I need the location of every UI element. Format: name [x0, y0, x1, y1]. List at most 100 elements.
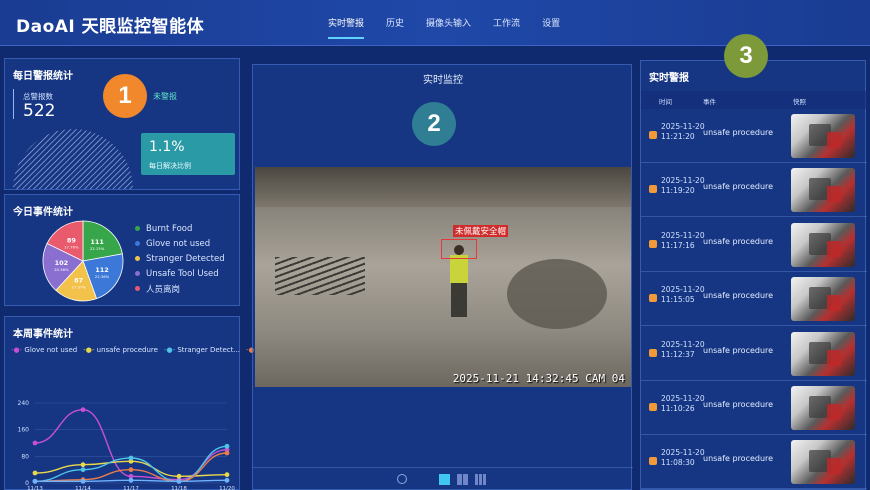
alert-timestamp: 2025-11-20 11:10:26: [661, 394, 705, 414]
alert-time: 11:08:30: [661, 458, 695, 468]
alert-time: 11:17:16: [661, 240, 695, 250]
legend-marker: -●-: [163, 346, 178, 354]
series-point[interactable]: [224, 477, 230, 483]
today-events-legend: Burnt Food Glove not used Stranger Detecte…: [135, 221, 225, 296]
legend-label: Burnt Food: [146, 223, 193, 234]
y-tick-label: 160: [18, 427, 30, 434]
alert-row[interactable]: 2025-11-20 11:12:37 unsafe procedure: [641, 327, 867, 381]
col-event: 事件: [703, 98, 716, 106]
nav-workflow[interactable]: 工作流: [493, 16, 520, 39]
alert-timestamp: 2025-11-20 11:17:16: [661, 231, 705, 251]
alert-date: 2025-11-20: [661, 285, 705, 295]
weekly-legend-item[interactable]: -●- unsafe procedure: [83, 346, 158, 354]
resolution-rate-box: 1.1% 每日解决比例: [141, 133, 235, 175]
settings-icon[interactable]: [397, 474, 407, 484]
legend-marker: -●-: [83, 346, 97, 354]
snapshot-detail: [827, 186, 841, 203]
series-point[interactable]: [176, 478, 182, 484]
alert-level-icon: [649, 348, 657, 357]
weekly-legend-item[interactable]: -●- Stranger Detect...: [164, 346, 240, 354]
pie-legend-item[interactable]: 人员离岗: [135, 281, 225, 296]
series-point[interactable]: [80, 407, 86, 413]
today-events-title: 今日事件统计: [13, 207, 73, 218]
resolution-rate-label: 每日解决比例: [149, 162, 191, 170]
nav-camera-input[interactable]: 摄像头输入: [426, 16, 471, 39]
alert-time: 11:12:37: [661, 349, 695, 359]
nav-settings[interactable]: 设置: [542, 16, 560, 39]
x-tick-label: 11/13: [27, 486, 43, 490]
series-point[interactable]: [128, 467, 134, 473]
alert-row[interactable]: 2025-11-20 11:17:16 unsafe procedure: [641, 218, 867, 272]
feed-controls: [253, 467, 633, 490]
pie-pct-label: 20.36%: [54, 267, 69, 272]
alerts-header: 时间 事件 快照: [641, 91, 867, 109]
nav-history[interactable]: 历史: [386, 16, 404, 39]
series-point[interactable]: [224, 450, 230, 456]
pie-pct-label: 17.37%: [71, 285, 86, 290]
series-point[interactable]: [224, 443, 230, 449]
series-point[interactable]: [128, 477, 134, 483]
app-title: DaoAI 天眼监控智能体: [16, 17, 205, 37]
layout-nine-icon[interactable]: [475, 474, 486, 485]
monitor-title: 实时监控: [423, 75, 463, 86]
series-point[interactable]: [80, 478, 86, 484]
legend-label: unsafe procedure: [96, 346, 158, 354]
weekly-legend-item[interactable]: -●- Glove not used: [11, 346, 77, 354]
legend-label: 人员离岗: [146, 284, 181, 295]
pie-legend-item[interactable]: Glove not used: [135, 236, 225, 251]
alert-event: unsafe procedure: [703, 236, 774, 246]
alert-row[interactable]: 2025-11-20 11:15:05 unsafe procedure: [641, 272, 867, 327]
legend-label: Stranger Detect...: [177, 346, 241, 354]
layout-single-icon[interactable]: [439, 474, 450, 485]
x-tick-label: 11/17: [123, 486, 139, 490]
alert-row[interactable]: 2025-11-20 11:19:20 unsafe procedure: [641, 163, 867, 218]
alerts-panel: 实时警报 时间 事件 快照 2025-11-20 11:21:20 unsafe p…: [640, 60, 867, 490]
y-tick-label: 80: [21, 453, 29, 460]
layout-quad-icon[interactable]: [457, 474, 468, 485]
alert-row[interactable]: 2025-11-20 11:21:20 unsafe procedure: [641, 109, 867, 163]
series-point[interactable]: [176, 473, 182, 479]
pie-legend-item[interactable]: Stranger Detected: [135, 251, 225, 266]
alerts-title: 实时警报: [649, 73, 689, 84]
legend-marker: -●-: [11, 346, 25, 354]
pie-count-label: 87: [74, 277, 83, 285]
pie-legend-item[interactable]: Unsafe Tool Used: [135, 266, 225, 281]
alert-snapshot[interactable]: [791, 114, 855, 158]
pie-count-label: 102: [55, 259, 69, 267]
pie-count-label: 89: [67, 236, 77, 244]
x-tick-label: 11/18: [171, 486, 187, 490]
legend-dot: [135, 271, 140, 276]
alert-timestamp: 2025-11-20 11:21:20: [661, 122, 705, 142]
feed-timestamp: 2025-11-21 14:32:45 CAM 04: [452, 372, 625, 385]
camera-feed[interactable]: 未佩戴安全帽 2025-11-21 14:32:45 CAM 04: [255, 167, 631, 387]
series-point[interactable]: [224, 472, 230, 478]
series-point[interactable]: [32, 470, 38, 476]
snapshot-detail: [827, 240, 841, 257]
series-point[interactable]: [32, 440, 38, 446]
nav-realtime-alerts[interactable]: 实时警报: [328, 16, 365, 39]
alert-snapshot[interactable]: [791, 440, 855, 485]
series-point[interactable]: [80, 467, 86, 473]
series-point[interactable]: [32, 478, 38, 484]
feed-rebar-pile: [275, 257, 365, 295]
legend-label: Glove not used: [24, 346, 78, 354]
snapshot-detail: [827, 404, 841, 420]
alert-snapshot[interactable]: [791, 331, 855, 376]
series-point[interactable]: [128, 455, 134, 461]
snapshot-detail: [827, 132, 841, 148]
pie-legend-item[interactable]: Burnt Food: [135, 221, 225, 236]
alert-time: 11:21:20: [661, 132, 695, 141]
alert-row[interactable]: 2025-11-20 11:10:26 unsafe procedure: [641, 381, 867, 435]
alert-snapshot[interactable]: [791, 386, 855, 430]
legend-label: Glove not used: [146, 238, 211, 249]
alert-level-icon: [649, 185, 657, 194]
pie-pct-label: 22.15%: [90, 246, 105, 251]
alert-snapshot[interactable]: [791, 168, 855, 213]
alert-row[interactable]: 2025-11-20 11:08:30 unsafe procedure: [641, 435, 867, 490]
alert-snapshot[interactable]: [791, 277, 855, 322]
series-point[interactable]: [80, 462, 86, 468]
alert-snapshot[interactable]: [791, 222, 855, 267]
weekly-events-panel: 本周事件统计 -●- Glove not used -●- unsafe proc…: [4, 316, 345, 490]
today-events-pie: 11122.15% 11222.36% 8717.37% 10220.36% 8917.…: [42, 220, 124, 302]
snapshot-detail: [827, 458, 841, 475]
